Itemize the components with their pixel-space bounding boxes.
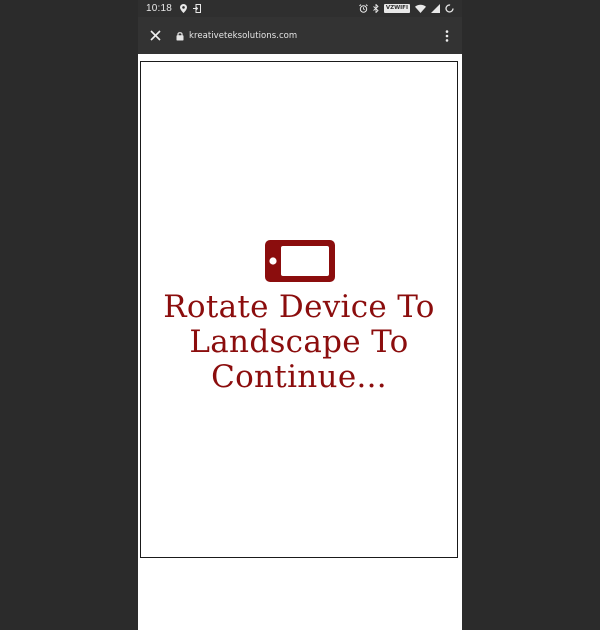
signal-icon: [431, 4, 440, 13]
rotate-message: Rotate Device To Landscape To Continue..…: [163, 289, 435, 395]
status-left-icons: [180, 4, 202, 13]
url-text: kreativeteksolutions.com: [189, 30, 298, 41]
wifi-icon: [415, 4, 426, 13]
status-bar: 10:18 VZWIFI: [138, 0, 462, 17]
phone-screen: 10:18 VZWIFI kreativeteksolutions.com Ro…: [138, 0, 462, 630]
rotate-overlay: Rotate Device To Landscape To Continue..…: [140, 61, 458, 558]
bluetooth-icon: [373, 4, 379, 13]
close-icon: [149, 30, 161, 41]
vzwifi-badge: VZWIFI: [383, 4, 410, 13]
more-options-button[interactable]: [432, 17, 462, 54]
location-pin-icon: [180, 4, 188, 13]
sign-in-icon: [193, 4, 202, 13]
mobile-landscape-icon: [265, 240, 335, 287]
lock-icon: [176, 31, 184, 41]
status-right-icons: VZWIFI: [359, 4, 454, 13]
more-vert-icon: [445, 29, 449, 42]
close-tab-button[interactable]: [138, 17, 172, 54]
status-time: 10:18: [146, 3, 173, 14]
alarm-icon: [359, 4, 368, 13]
browser-toolbar: kreativeteksolutions.com: [138, 17, 462, 54]
battery-charging-icon: [445, 4, 454, 13]
url-bar[interactable]: kreativeteksolutions.com: [176, 17, 432, 54]
